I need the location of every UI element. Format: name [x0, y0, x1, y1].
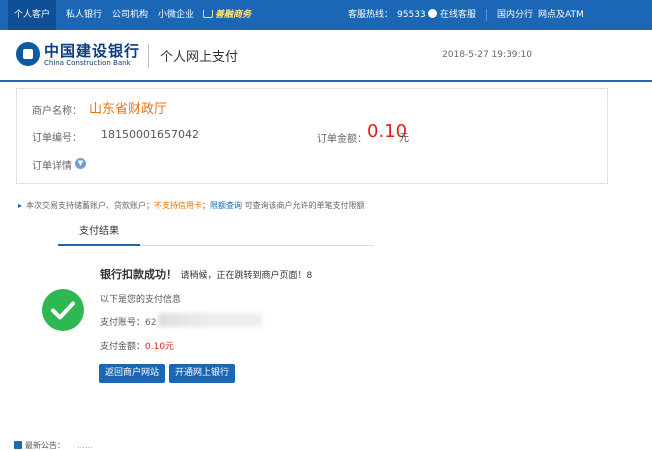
order-number: 18150001657042 — [101, 128, 199, 141]
logo-chinese-name: 中国建设银行 — [44, 42, 141, 60]
masked-account-number — [158, 313, 262, 327]
bulletin-label: 最新公告： — [25, 441, 65, 450]
speaker-icon — [14, 441, 22, 449]
cart-icon — [203, 10, 213, 18]
nav-small-biz[interactable]: 小微企业 — [158, 0, 194, 30]
top-nav-bar: 个人客户 私人银行 公司机构 小微企业 善融商务 客服热线： 95533 在线客服… — [0, 0, 652, 30]
nav-private-bank[interactable]: 私人银行 — [66, 0, 102, 30]
back-to-merchant-button[interactable]: 返回商户网站 — [99, 364, 166, 383]
order-amount-label: 订单金额： — [317, 134, 367, 145]
limit-query-link[interactable]: 限额查询 — [210, 201, 242, 210]
notice-suffix: 可查询该商户允许的单笔支付限额 — [244, 201, 365, 210]
ccb-logo-icon — [16, 42, 40, 66]
result-redirect-text: 请稍候，正在跳转到商户页面！8 — [180, 271, 313, 281]
notice-prefix: 本次交易支持储蓄账户、贷款账户； — [26, 201, 155, 210]
pay-account-row: 支付账号：62 — [100, 315, 156, 328]
nav-company[interactable]: 公司机构 — [112, 0, 148, 30]
logo-english-name: China Construction Bank — [44, 59, 131, 67]
success-check-icon — [42, 289, 84, 331]
pay-amount-row: 支付金额：0.10元 — [100, 339, 174, 352]
order-detail-label[interactable]: 订单详情 — [32, 157, 72, 172]
order-no-label: 订单编号： — [32, 133, 82, 144]
nav-ebuy[interactable]: 善融商务 — [203, 0, 251, 30]
chevron-down-icon[interactable]: ▼ — [75, 158, 86, 169]
merchant-name: 山东省财政厅 — [89, 102, 168, 117]
nav-separator — [486, 9, 487, 21]
pay-account-label: 支付账号： — [100, 318, 146, 328]
hotline-number: 95533 — [397, 10, 426, 20]
page-title: 个人网上支付 — [160, 50, 239, 65]
order-amount-unit: 元 — [399, 133, 409, 144]
notice-warning: 不支持信用卡 — [154, 201, 203, 210]
tab-payment-result[interactable]: 支付结果 — [58, 222, 140, 246]
result-title: 银行扣款成功！ 请稍候，正在跳转到商户页面！8 — [100, 266, 312, 282]
order-info-panel: 商户名称： 山东省财政厅 订单编号： 18150001657042 订单金额： … — [16, 88, 608, 184]
nav-branches[interactable]: 国内分行 — [497, 0, 533, 30]
hotline-label: 客服热线： — [348, 10, 394, 20]
nav-online-service[interactable]: 在线客服 — [428, 0, 476, 30]
header-datetime: 2018-5-27 19:39:10 — [442, 50, 532, 60]
customer-service-icon — [428, 9, 437, 18]
nav-atm[interactable]: 网点及ATM — [538, 0, 584, 30]
pay-amount-label: 支付金额： — [100, 342, 146, 352]
pay-account-value: 62 — [145, 318, 157, 328]
payment-notice: ▸ 本次交易支持储蓄账户、贷款账户；不支持信用卡；限额查询 可查询该商户允许的单笔… — [18, 200, 365, 211]
arrow-right-icon: ▸ — [18, 201, 23, 210]
nav-personal[interactable]: 个人客户 — [8, 0, 57, 30]
info-heading: 以下是您的支付信息 — [100, 295, 182, 305]
bulletin-text[interactable]: …… — [77, 441, 93, 450]
open-ebank-button[interactable]: 开通网上银行 — [169, 364, 236, 383]
pay-amount-value: 0.10元 — [145, 342, 175, 352]
bulletin: 最新公告： …… — [14, 440, 93, 450]
merchant-label: 商户名称： — [32, 106, 82, 117]
page-header: 中国建设银行 China Construction Bank 个人网上支付 20… — [0, 30, 652, 82]
hotline: 客服热线： 95533 — [348, 0, 426, 30]
notice-separator: ； — [202, 201, 211, 210]
online-service-label: 在线客服 — [440, 10, 477, 20]
result-success-text: 银行扣款成功！ — [100, 268, 177, 281]
header-divider — [148, 44, 149, 68]
nav-ebuy-label: 善融商务 — [215, 10, 252, 20]
